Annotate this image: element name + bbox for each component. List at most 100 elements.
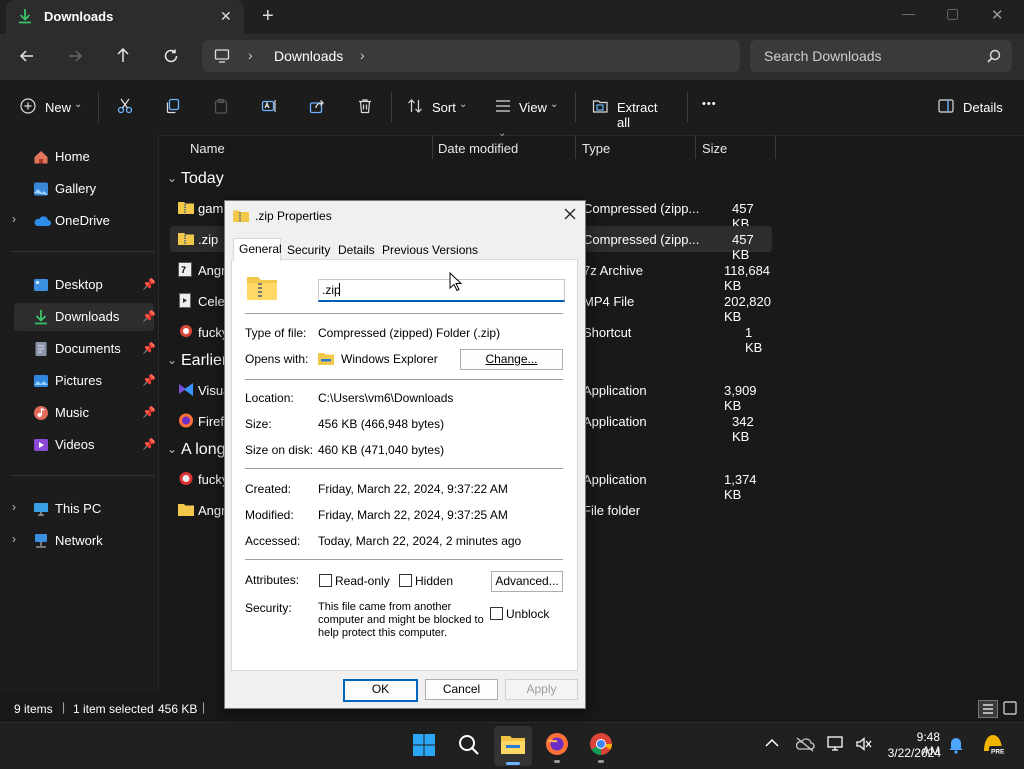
firefox-icon[interactable] [545, 732, 569, 756]
app-installer-icon [178, 382, 194, 397]
group-collapse-chevron-icon[interactable]: ⌄ [167, 171, 177, 185]
this-pc-icon [33, 501, 49, 517]
sidebar-item-pictures[interactable]: Pictures 📌 [14, 367, 156, 395]
size-value: 456 KB (466,948 bytes) [318, 417, 445, 431]
column-divider[interactable] [432, 135, 433, 159]
extract-all-button[interactable]: Extract all [592, 97, 672, 130]
minimize-button[interactable]: — [902, 6, 915, 21]
chevron-down-icon: ⌄ [550, 99, 559, 110]
readonly-label[interactable]: Read-only [335, 574, 390, 588]
hidden-label[interactable]: Hidden [415, 574, 453, 588]
maximize-button[interactable]: ▢ [946, 5, 959, 22]
sort-button[interactable]: Sort ⌄ [407, 97, 471, 119]
network-icon [33, 533, 49, 549]
extract-all-label: Extract all [617, 100, 658, 130]
cancel-button[interactable]: Cancel [425, 679, 498, 700]
chevron-down-icon: ⌄ [74, 99, 83, 110]
dialog-title: .zip Properties [255, 209, 332, 223]
new-tab-button[interactable]: + [262, 5, 274, 28]
sidebar-item-network[interactable]: Network [14, 527, 154, 555]
chrome-icon[interactable] [589, 732, 613, 756]
unblock-label[interactable]: Unblock [506, 607, 549, 621]
refresh-icon[interactable] [163, 48, 179, 64]
volume-muted-icon[interactable] [855, 736, 873, 752]
sidebar-item-documents[interactable]: Documents 📌 [14, 335, 156, 363]
back-arrow-icon[interactable] [19, 48, 35, 64]
details-pane-button[interactable]: Details [938, 97, 1004, 119]
copy-icon[interactable] [165, 98, 181, 114]
group-collapse-chevron-icon[interactable]: ⌄ [167, 442, 177, 456]
breadcrumb[interactable]: Downloads [274, 48, 343, 64]
more-options-button[interactable]: ••• [702, 98, 717, 110]
pin-icon: 📌 [142, 407, 156, 419]
cloud-offline-icon[interactable] [795, 736, 815, 752]
taskbar-file-explorer[interactable] [494, 726, 532, 766]
search-icon[interactable] [457, 733, 481, 757]
sort-label: Sort [432, 100, 456, 115]
tab-close-icon[interactable]: ✕ [220, 8, 232, 25]
pin-icon: 📌 [142, 375, 156, 387]
sidebar-item-music[interactable]: Music 📌 [14, 399, 156, 427]
tiles-view-toggle-icon[interactable] [1002, 700, 1018, 716]
gallery-icon [33, 181, 49, 197]
column-header-date[interactable]: Date modified [438, 141, 518, 156]
readonly-checkbox[interactable] [319, 574, 332, 587]
group-header-today[interactable]: Today [181, 170, 224, 188]
ok-button[interactable]: OK [343, 679, 418, 702]
up-arrow-icon[interactable] [115, 47, 131, 63]
start-windows-icon[interactable] [412, 733, 436, 757]
column-divider[interactable] [695, 135, 696, 159]
plus-circle-icon [20, 98, 36, 114]
pane-splitter[interactable] [158, 135, 159, 691]
filename-input[interactable]: .zip [318, 279, 565, 302]
view-button[interactable]: View ⌄ [495, 97, 559, 119]
column-divider[interactable] [575, 135, 576, 159]
hidden-checkbox[interactable] [399, 574, 412, 587]
delete-icon[interactable] [357, 98, 373, 114]
copilot-pre-icon[interactable]: PRE [980, 731, 1006, 757]
file-name: .zip [198, 232, 219, 247]
sidebar-item-videos[interactable]: Videos 📌 [14, 431, 156, 459]
dialog-close-button[interactable] [563, 207, 577, 221]
music-icon [33, 405, 49, 421]
group-header-earlier[interactable]: Earlier [181, 352, 227, 370]
clock-date[interactable]: 3/22/2024 [884, 746, 941, 760]
breadcrumb-chevron-icon[interactable]: › [360, 47, 365, 63]
group-header-long-ago[interactable]: A long [181, 441, 225, 459]
breadcrumb-chevron-icon[interactable]: › [248, 47, 253, 63]
column-header-type[interactable]: Type [582, 141, 610, 156]
column-divider[interactable] [775, 135, 776, 159]
unblock-checkbox[interactable] [490, 607, 503, 620]
chevron-up-icon[interactable] [765, 738, 779, 748]
details-view-toggle-icon[interactable] [978, 700, 998, 718]
cut-icon[interactable] [117, 98, 133, 114]
address-bar[interactable]: › Downloads › [202, 40, 740, 72]
notification-bell-icon[interactable] [948, 736, 964, 754]
change-button[interactable]: Change... [460, 349, 563, 370]
sidebar-item-home[interactable]: Home [14, 143, 154, 171]
new-button[interactable]: New ⌄ [20, 97, 86, 119]
advanced-button[interactable]: Advanced... [491, 571, 563, 592]
sort-icon [407, 98, 423, 114]
download-arrow-icon [33, 309, 49, 325]
location-value: C:\Users\vm6\Downloads [318, 391, 454, 405]
sidebar-item-gallery[interactable]: Gallery [14, 175, 154, 203]
column-header-size[interactable]: Size [702, 141, 727, 156]
share-icon[interactable] [309, 98, 325, 114]
sidebar-item-onedrive[interactable]: OneDrive [14, 207, 154, 235]
accessed-label: Accessed: [245, 534, 301, 548]
opens-with-label: Opens with: [245, 352, 309, 366]
group-collapse-chevron-icon[interactable]: ⌄ [167, 353, 177, 367]
forward-arrow-icon[interactable] [67, 48, 83, 64]
sidebar-item-desktop[interactable]: Desktop 📌 [14, 271, 156, 299]
search-input[interactable]: Search Downloads [750, 40, 1012, 72]
sidebar-item-this-pc[interactable]: This PC [14, 495, 154, 523]
network-monitor-icon[interactable] [827, 736, 845, 752]
column-header-name[interactable]: Name [190, 141, 225, 156]
close-button[interactable]: ✕ [991, 6, 1004, 24]
sidebar-item-label: Gallery [55, 181, 97, 196]
tab-general[interactable]: General [233, 238, 282, 261]
sidebar-item-downloads[interactable]: Downloads 📌 [14, 303, 156, 331]
rename-icon[interactable] [261, 98, 277, 114]
tab-downloads[interactable]: Downloads ✕ [6, 0, 244, 34]
